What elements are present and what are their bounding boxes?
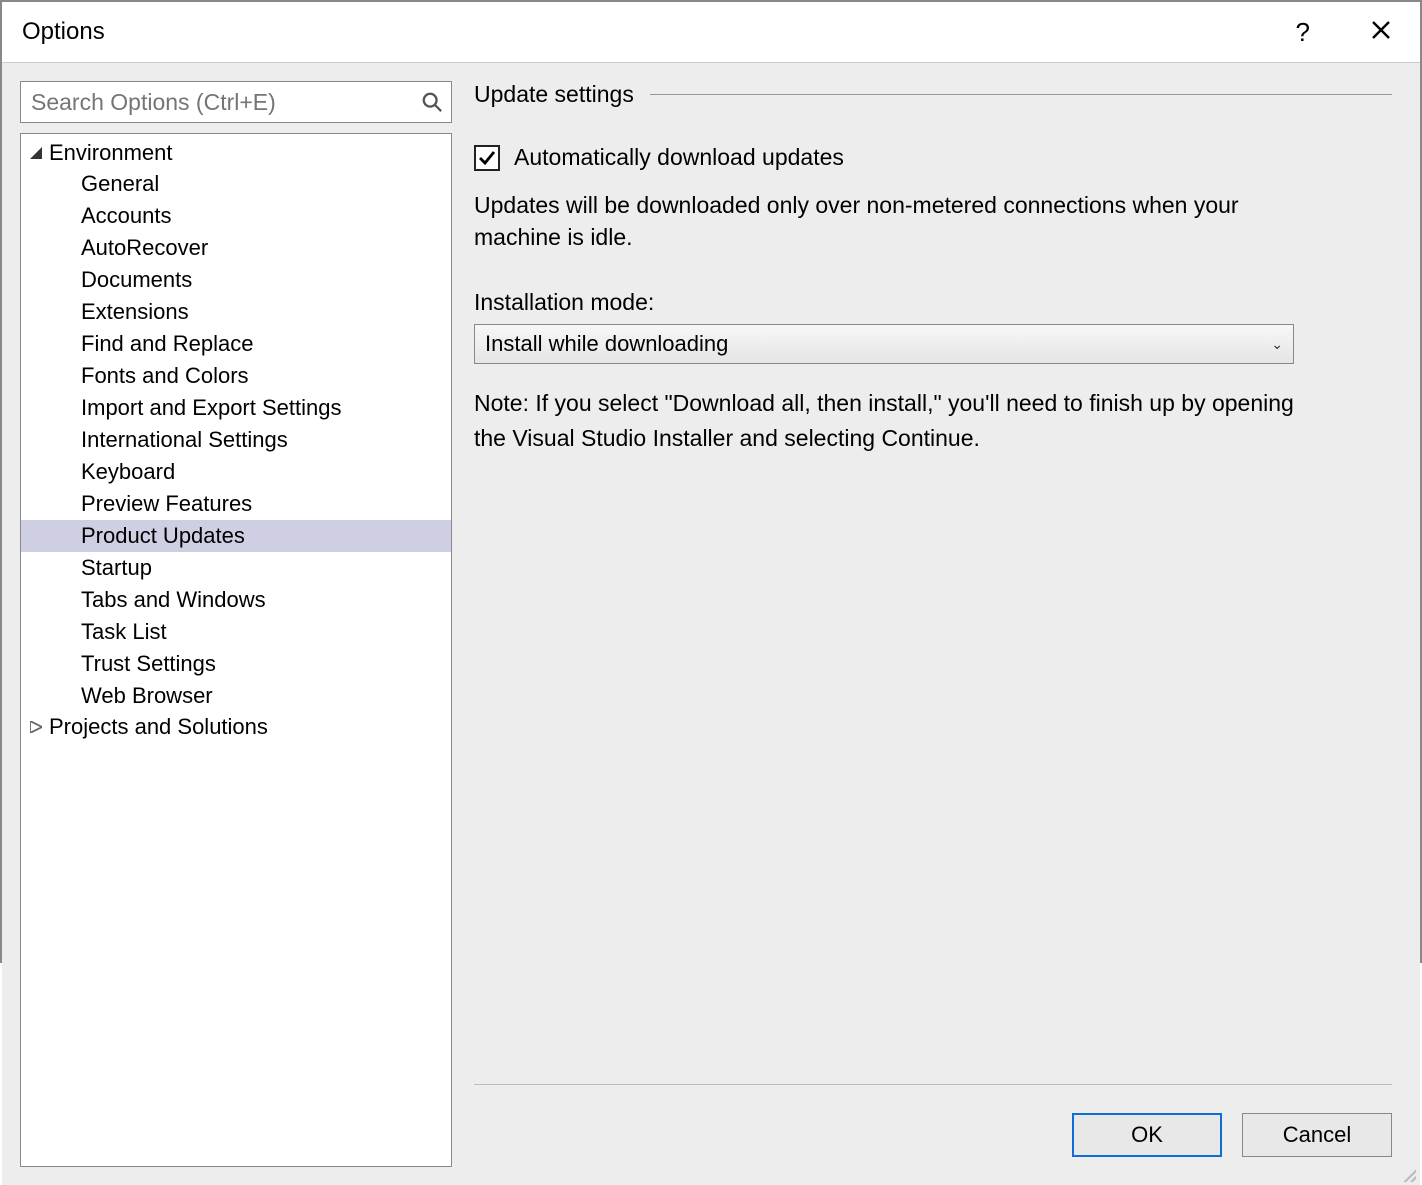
tree-item-keyboard[interactable]: Keyboard: [21, 456, 451, 488]
section-header: Update settings: [474, 81, 1392, 108]
chevron-down-icon: ⌄: [1271, 336, 1283, 353]
tree-item-fonts-colors[interactable]: Fonts and Colors: [21, 360, 451, 392]
tree-item-import-export[interactable]: Import and Export Settings: [21, 392, 451, 424]
options-tree[interactable]: Environment General Accounts AutoRecover…: [21, 134, 451, 1166]
tree-item-extensions[interactable]: Extensions: [21, 296, 451, 328]
titlebar: Options ?: [2, 2, 1420, 62]
ok-button[interactable]: OK: [1072, 1113, 1222, 1157]
tree-item-tabs-windows[interactable]: Tabs and Windows: [21, 584, 451, 616]
checkmark-icon: [477, 148, 497, 168]
tree-item-international[interactable]: International Settings: [21, 424, 451, 456]
search-icon: [421, 91, 443, 113]
tree-item-general[interactable]: General: [21, 168, 451, 200]
tree-category-label: Environment: [49, 140, 173, 166]
auto-download-checkbox[interactable]: Automatically download updates: [474, 144, 1392, 171]
checkbox-box[interactable]: [474, 145, 500, 171]
search-input[interactable]: [31, 89, 421, 116]
tree-item-web-browser[interactable]: Web Browser: [21, 680, 451, 712]
tree-category-projects-solutions[interactable]: Projects and Solutions: [21, 712, 451, 742]
section-title: Update settings: [474, 81, 634, 108]
tree-category-label: Projects and Solutions: [49, 714, 268, 740]
tree-item-product-updates[interactable]: Product Updates: [21, 520, 451, 552]
tree-item-preview-features[interactable]: Preview Features: [21, 488, 451, 520]
auto-download-note: Updates will be downloaded only over non…: [474, 189, 1294, 253]
close-icon: [1370, 19, 1392, 41]
help-button[interactable]: ?: [1296, 17, 1310, 48]
tree-item-accounts[interactable]: Accounts: [21, 200, 451, 232]
installation-mode-label: Installation mode:: [474, 289, 1392, 316]
installation-mode-note: Note: If you select "Download all, then …: [474, 386, 1304, 455]
resize-grip[interactable]: [1400, 1166, 1416, 1182]
installation-mode-dropdown[interactable]: Install while downloading ⌄: [474, 324, 1294, 364]
dropdown-value: Install while downloading: [485, 331, 728, 357]
collapse-arrow-icon: [27, 147, 45, 159]
tree-item-task-list[interactable]: Task List: [21, 616, 451, 648]
tree-item-autorecover[interactable]: AutoRecover: [21, 232, 451, 264]
tree-item-documents[interactable]: Documents: [21, 264, 451, 296]
close-button[interactable]: [1370, 17, 1392, 48]
tree-item-startup[interactable]: Startup: [21, 552, 451, 584]
tree-item-find-replace[interactable]: Find and Replace: [21, 328, 451, 360]
tree-item-trust-settings[interactable]: Trust Settings: [21, 648, 451, 680]
expand-arrow-icon: [27, 721, 45, 733]
cancel-button[interactable]: Cancel: [1242, 1113, 1392, 1157]
checkbox-label: Automatically download updates: [514, 144, 844, 171]
tree-category-environment[interactable]: Environment: [21, 138, 451, 168]
window-title: Options: [22, 18, 105, 46]
search-options[interactable]: [20, 81, 452, 123]
